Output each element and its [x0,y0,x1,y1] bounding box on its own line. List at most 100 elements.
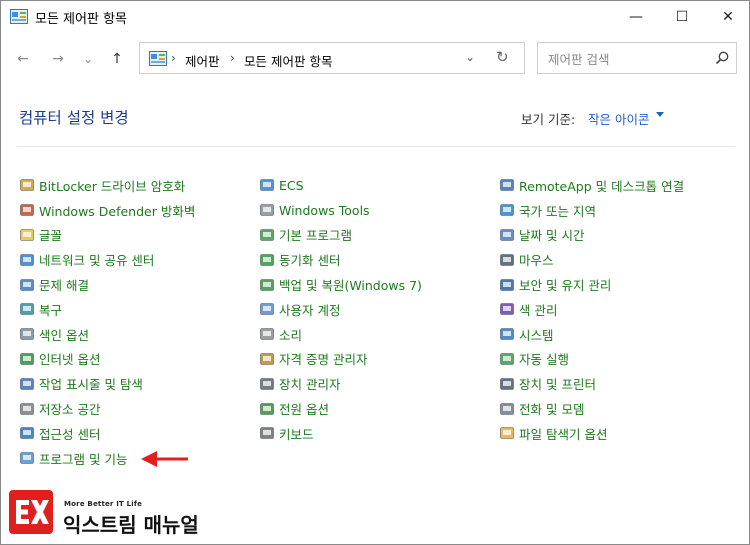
control-panel-item-label: 동기화 센터 [279,253,341,269]
breadcrumb-all-items[interactable]: 모든 제어판 항목 [244,51,332,70]
watermark-brand: 익스트림 매뉴얼 [63,513,199,537]
control-panel-item[interactable]: 사용자 계정 [259,297,422,322]
control-panel-item-label: RemoteApp 및 데스크톱 연결 [519,178,685,194]
control-panel-item[interactable]: 시스템 [499,322,684,347]
breadcrumb-separator[interactable]: › [230,51,235,65]
refresh-icon[interactable]: ↻ [496,48,509,66]
items-column-2: ECS Windows Tools 기본 프로그램동기화 센터백업 및 복원(Win… [259,173,422,446]
control-panel-item-label: 장치 관리자 [279,377,341,393]
minimize-button[interactable]: — [613,1,659,33]
address-dropdown-icon[interactable]: ⌄ [465,50,475,64]
recovery-icon [20,303,34,316]
control-panel-item[interactable]: 전원 옵션 [259,396,422,421]
control-panel-item[interactable]: 복구 [19,297,195,322]
items-column-3: RemoteApp 및 데스크톱 연결국가 또는 지역날짜 및 시간마우스보안 … [499,173,684,446]
control-panel-item[interactable]: 동기화 센터 [259,247,422,272]
control-panel-item-label: 국가 또는 지역 [519,203,596,219]
datetime-icon [500,229,514,241]
up-arrow-icon: ↑ [111,51,123,67]
control-panel-item[interactable]: 소리 [259,322,422,347]
control-panel-item-label: 백업 및 복원(Windows 7) [279,278,422,294]
control-panel-item[interactable]: 기본 프로그램 [259,223,422,248]
view-by-dropdown[interactable]: 작은 아이콘 [588,109,649,128]
window-title: 모든 제어판 항목 [35,12,127,27]
troubleshoot-icon [20,278,34,291]
control-panel-item-label: 접근성 센터 [39,426,101,442]
watermark-tagline: More Better IT Life [64,500,143,508]
extreme-manual-logo-icon [9,490,53,534]
autoplay-icon [500,353,514,365]
control-panel-item[interactable]: 키보드 [259,421,422,446]
control-panel-item[interactable]: 글꼴 [19,223,195,248]
programs-icon [20,452,34,464]
mouse-icon [500,253,514,266]
control-panel-item[interactable]: 문제 해결 [19,272,195,297]
breadcrumb-control-panel[interactable]: 제어판 [185,51,220,70]
user-accounts-icon [260,303,274,316]
sound-icon [260,328,274,340]
control-panel-item[interactable]: 색 관리 [499,297,684,322]
credential-icon [260,353,274,365]
control-panel-item[interactable]: 날짜 및 시간 [499,223,684,248]
recent-locations-button[interactable]: ⌄ [77,49,99,69]
control-panel-item[interactable]: 접근성 센터 [19,421,195,446]
control-panel-item-label: ECS [279,177,304,193]
control-panel-item-label: 장치 및 프린터 [519,377,596,393]
control-panel-item-label: 복구 [39,302,63,318]
control-panel-item-label: 글꼴 [39,228,63,244]
control-panel-item[interactable]: 인터넷 옵션 [19,347,195,372]
control-panel-item-label: 저장소 공간 [39,402,101,418]
control-panel-item[interactable]: 자격 증명 관리자 [259,347,422,372]
control-panel-item[interactable]: 전화 및 모뎀 [499,396,684,421]
control-panel-item[interactable]: Windows Tools [259,198,422,223]
close-icon: ✕ [722,9,734,25]
control-panel-item[interactable]: 장치 관리자 [259,371,422,396]
control-panel-item-label: 자격 증명 관리자 [279,352,368,368]
control-panel-item[interactable]: 네트워크 및 공유 센터 [19,247,195,272]
control-panel-item[interactable]: Windows Defender 방화벽 [19,198,195,223]
control-panel-item[interactable]: 마우스 [499,247,684,272]
keyboard-icon [260,427,274,440]
back-button[interactable]: ← [12,49,34,69]
control-panel-item-label: Windows Defender 방화벽 [39,203,196,219]
control-panel-item[interactable]: 저장소 공간 [19,396,195,421]
view-by-caret-icon[interactable] [656,112,664,117]
control-panel-item-label: 문제 해결 [39,278,89,294]
address-bar[interactable]: › 제어판 › 모든 제어판 항목 ⌄ ↻ [139,42,525,74]
control-panel-item-label: 마우스 [519,253,554,269]
device-manager-icon [260,377,274,390]
breadcrumb-separator: › [171,51,176,65]
control-panel-item[interactable]: 작업 표시줄 및 탐색 [19,371,195,396]
control-panel-item[interactable]: 국가 또는 지역 [499,198,684,223]
storage-icon [20,402,34,415]
bitlocker-icon [20,179,34,192]
search-box[interactable] [537,42,737,74]
control-panel-item-label: 사용자 계정 [279,302,341,318]
control-panel-item[interactable]: 백업 및 복원(Windows 7) [259,272,422,297]
control-panel-item[interactable]: RemoteApp 및 데스크톱 연결 [499,173,684,198]
control-panel-item-label: 파일 탐색기 옵션 [519,426,608,442]
control-panel-item[interactable]: 장치 및 프린터 [499,371,684,396]
system-icon [500,328,514,340]
color-management-icon [500,303,514,316]
windows-tools-icon [260,204,274,216]
control-panel-item[interactable]: 자동 실행 [499,347,684,372]
control-panel-item[interactable]: 색인 옵션 [19,322,195,347]
search-input[interactable] [546,49,710,69]
title-bar[interactable]: 모든 제어판 항목 — ☐ ✕ [1,1,749,33]
control-panel-item-label: 소리 [279,327,303,343]
control-panel-icon [149,51,167,66]
maximize-button[interactable]: ☐ [659,1,705,33]
forward-button[interactable]: → [47,49,69,69]
control-panel-item[interactable]: BitLocker 드라이브 암호화 [19,173,195,198]
control-panel-item[interactable]: ECS [259,173,422,198]
remoteapp-icon [500,179,514,192]
control-panel-item[interactable]: 파일 탐색기 옵션 [499,421,684,446]
close-button[interactable]: ✕ [705,1,750,33]
control-panel-item-label: BitLocker 드라이브 암호화 [39,178,186,194]
control-panel-item-label: Windows Tools [279,202,370,218]
search-icon[interactable] [714,50,730,66]
up-button[interactable]: ↑ [106,49,128,69]
control-panel-item[interactable]: 보안 및 유지 관리 [499,272,684,297]
phone-modem-icon [500,402,514,415]
